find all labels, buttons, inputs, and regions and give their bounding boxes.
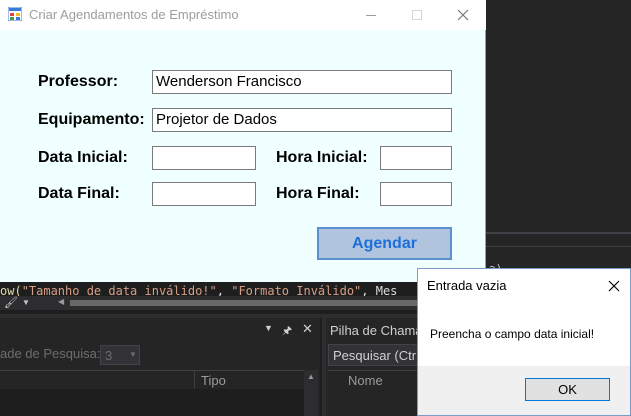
maximize-button[interactable]	[394, 0, 440, 30]
search-placeholder: Pesquisar (Ctrl	[333, 348, 419, 363]
hora-inicial-field[interactable]	[380, 146, 452, 170]
app-icon	[8, 7, 22, 21]
equipamento-field[interactable]: Projetor de Dados	[152, 108, 452, 132]
window-title: Criar Agendamentos de Empréstimo	[29, 7, 239, 22]
professor-field[interactable]: Wenderson Francisco	[152, 70, 452, 94]
data-final-label: Data Final:	[38, 185, 120, 202]
code-string: "Formato Inválido"	[231, 284, 362, 296]
code-line: ow("Tamanho de data inválido!", "Formato…	[0, 282, 420, 296]
title-bar[interactable]: Criar Agendamentos de Empréstimo	[0, 0, 486, 30]
chevron-down-icon: ▼	[129, 350, 137, 359]
scrollbar-thumb[interactable]	[70, 300, 420, 306]
ide-editor-area	[486, 0, 631, 284]
hora-final-label: Hora Final:	[276, 185, 360, 202]
minimize-icon	[366, 14, 376, 16]
grid-header	[0, 370, 318, 388]
message-box-title: Entrada vazia	[427, 278, 507, 293]
hora-final-field[interactable]	[380, 182, 452, 206]
data-inicial-label: Data Inicial:	[38, 149, 128, 166]
code-string: "Tamanho de data inválido!"	[21, 284, 217, 296]
schedule-form-window: Criar Agendamentos de Empréstimo Profess…	[0, 0, 486, 282]
column-header-tipo[interactable]: Tipo	[201, 373, 226, 388]
column-header-nome[interactable]: Nome	[348, 373, 383, 388]
search-depth-label: ade de Pesquisa:	[0, 346, 101, 361]
grid-rows	[0, 389, 304, 416]
equipamento-label: Equipamento:	[38, 111, 145, 128]
close-icon[interactable]: ✕	[302, 321, 313, 337]
brush-icon[interactable]: 🖌	[4, 296, 18, 310]
hora-inicial-label: Hora Inicial:	[276, 149, 368, 166]
code-fragment: ,	[216, 284, 232, 296]
dropdown-icon[interactable]: ▼	[264, 323, 273, 333]
scroll-up-icon[interactable]: ▲	[307, 372, 315, 381]
ok-button[interactable]: OK	[525, 378, 610, 401]
message-box-footer: OK	[418, 366, 630, 415]
close-icon	[608, 280, 620, 292]
professor-label: Professor:	[38, 73, 119, 90]
agendar-button[interactable]: Agendar	[317, 227, 452, 260]
message-box-close-button[interactable]	[604, 276, 624, 296]
search-depth-select[interactable]: 3 ▼	[100, 345, 140, 365]
ide-divider	[486, 232, 631, 234]
close-icon	[457, 9, 469, 21]
column-separator[interactable]	[194, 370, 195, 388]
minimize-button[interactable]	[348, 0, 394, 30]
ide-divider	[486, 246, 631, 247]
chevron-down-icon[interactable]: ▼	[22, 296, 30, 310]
data-inicial-field[interactable]	[152, 146, 256, 170]
search-depth-value: 3	[105, 348, 113, 363]
close-button[interactable]	[440, 0, 486, 30]
message-text: Preencha o campo data inicial!	[430, 327, 595, 341]
pin-icon[interactable]: 🖈	[282, 322, 292, 341]
code-fragment: ow(	[0, 284, 22, 296]
maximize-icon	[412, 10, 422, 20]
scroll-left-icon[interactable]: ◀	[58, 297, 64, 306]
panel-title[interactable]: Pilha de Chama	[330, 323, 423, 338]
data-final-field[interactable]	[152, 182, 256, 206]
message-box: Entrada vazia Preencha o campo data inic…	[417, 268, 631, 416]
code-fragment: , Mes	[361, 284, 398, 296]
